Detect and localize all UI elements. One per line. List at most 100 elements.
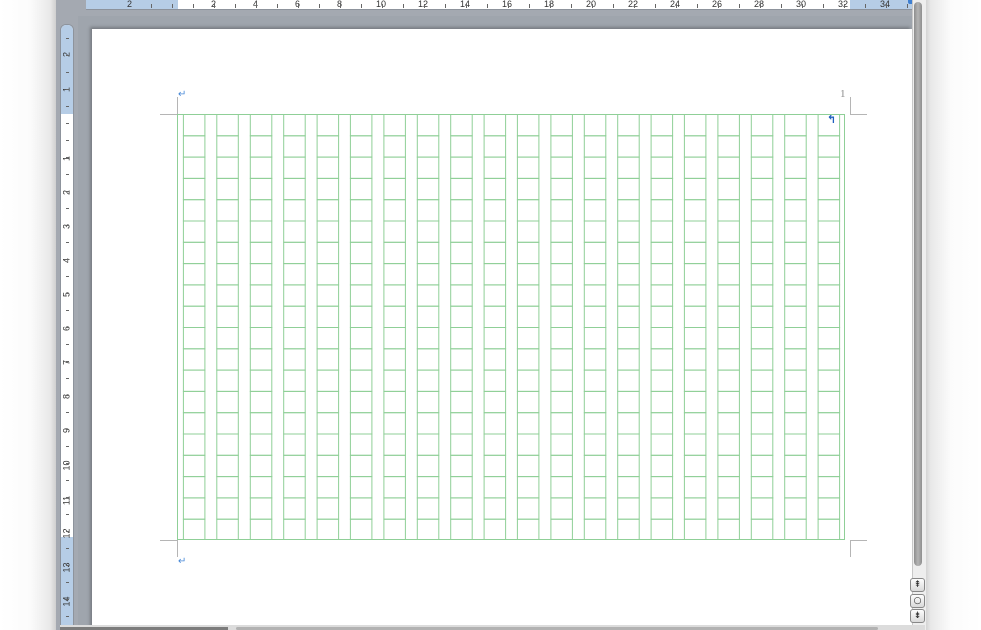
grid-cell <box>617 156 640 179</box>
ruler-tick <box>340 4 341 8</box>
grid-cell <box>750 220 774 243</box>
grid-cell <box>216 135 239 158</box>
grid-column <box>416 114 440 540</box>
ruler-tick <box>66 531 69 532</box>
grid-cell <box>617 305 640 328</box>
grid-cell <box>383 327 406 350</box>
grid-cell <box>283 305 306 328</box>
grid-cell <box>817 369 841 392</box>
ruler-tick <box>66 140 69 141</box>
grid-cell <box>283 476 306 499</box>
select-browse-object-button[interactable]: ○ <box>910 594 925 608</box>
grid-cell <box>750 433 774 456</box>
grid-cell <box>717 412 740 435</box>
ruler-tick <box>697 4 698 8</box>
next-page-button[interactable]: ⇟ <box>910 609 925 623</box>
grid-cell <box>817 114 841 137</box>
ruler-tick <box>151 4 152 8</box>
grid-cell <box>416 476 440 499</box>
ruler-label: 14 <box>61 596 72 607</box>
grid-cell <box>483 497 507 520</box>
grid-cell <box>516 156 540 179</box>
grid-cell <box>583 220 607 243</box>
grid-cell <box>750 327 774 350</box>
grid-column <box>216 114 239 540</box>
grid-cell <box>450 156 473 179</box>
grid-cell <box>650 327 674 350</box>
grid-cell <box>416 327 440 350</box>
grid-cell <box>650 412 674 435</box>
manuscript-grid[interactable] <box>177 114 845 540</box>
grid-cell <box>617 390 640 414</box>
grid-cell <box>349 348 373 371</box>
ruler-tick <box>66 55 69 56</box>
grid-cell <box>249 476 273 499</box>
grid-cell <box>216 348 239 371</box>
grid-cell <box>550 263 573 286</box>
grid-cell <box>249 497 273 520</box>
grid-cell <box>450 518 473 540</box>
grid-cell <box>617 114 640 137</box>
grid-cell <box>316 454 340 478</box>
grid-cell <box>249 454 273 478</box>
ruler-tick <box>571 4 572 8</box>
grid-cell <box>683 305 707 328</box>
grid-cell <box>182 390 206 414</box>
grid-cell <box>416 177 440 201</box>
grid-cell <box>316 518 340 540</box>
grid-cell <box>583 199 607 222</box>
grid-column <box>283 114 306 540</box>
ruler-tick <box>66 191 69 192</box>
vertical-ruler[interactable]: 211234567891011121314 <box>60 24 74 630</box>
grid-cell <box>817 497 841 520</box>
grid-cell <box>817 177 841 201</box>
ruler-tick <box>66 310 69 311</box>
grid-cell <box>784 348 807 371</box>
grid-cell <box>550 177 573 201</box>
grid-column <box>383 114 406 540</box>
grid-cell <box>516 327 540 350</box>
grid-cell <box>683 241 707 265</box>
grid-cell <box>416 348 440 371</box>
grid-cell <box>216 327 239 350</box>
grid-cell <box>316 241 340 265</box>
grid-cell <box>383 454 406 478</box>
grid-cell <box>583 114 607 137</box>
grid-cell <box>450 497 473 520</box>
grid-cell <box>216 518 239 540</box>
grid-cell <box>416 433 440 456</box>
grid-cell <box>516 177 540 201</box>
grid-cell <box>483 114 507 137</box>
grid-cell <box>650 263 674 286</box>
grid-cell <box>216 390 239 414</box>
grid-cell <box>617 135 640 158</box>
grid-column <box>450 114 473 540</box>
grid-column <box>617 114 640 540</box>
grid-cell <box>516 390 540 414</box>
previous-page-button[interactable]: ⇞ <box>910 578 925 592</box>
grid-cell <box>516 135 540 158</box>
grid-cell <box>416 518 440 540</box>
ruler-tick <box>466 4 467 8</box>
grid-cell <box>316 135 340 158</box>
crop-mark-bottom-right-v <box>850 540 851 557</box>
grid-cell <box>683 114 707 137</box>
grid-cell <box>717 135 740 158</box>
ruler-tick <box>886 4 887 8</box>
grid-column <box>249 114 273 540</box>
window-shadow-right <box>925 0 981 630</box>
grid-cell <box>483 177 507 201</box>
grid-cell <box>516 348 540 371</box>
horizontal-ruler[interactable]: 2246810121416182022242628303234 <box>86 0 926 10</box>
vertical-scrollbar-thumb[interactable] <box>914 2 922 566</box>
grid-cell <box>316 284 340 307</box>
grid-cell <box>316 433 340 456</box>
grid-cell <box>383 390 406 414</box>
grid-cell <box>316 305 340 328</box>
grid-cell <box>450 454 473 478</box>
grid-cell <box>550 305 573 328</box>
grid-column <box>182 114 206 540</box>
grid-cell <box>683 497 707 520</box>
grid-cell <box>717 327 740 350</box>
grid-cell <box>817 199 841 222</box>
